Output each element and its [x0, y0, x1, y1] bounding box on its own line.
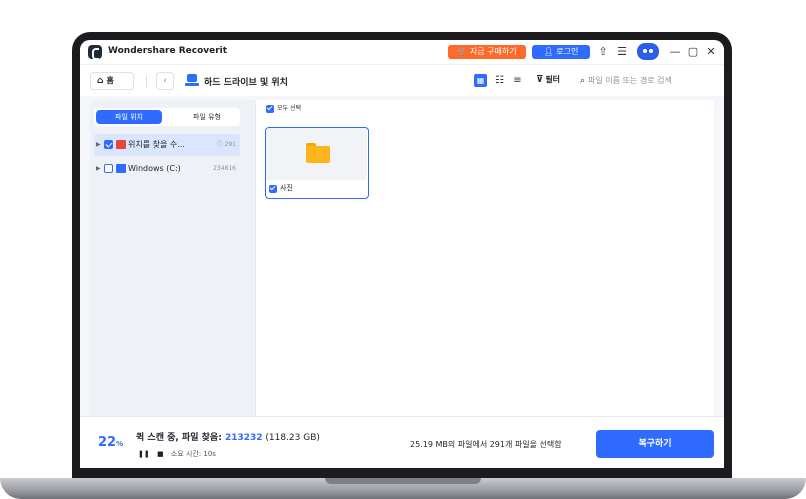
selection-summary: 25.19 MB의 파일에서 291개 파일을 선택함	[410, 440, 562, 449]
recover-button[interactable]: 복구하기	[596, 430, 714, 458]
assistant-robot-icon[interactable]	[637, 43, 659, 60]
file-card[interactable]: 사진	[265, 127, 369, 199]
scan-controls: ❚❚ ■ 소요 시간: 10s	[138, 449, 216, 459]
minimize-icon[interactable]: —	[668, 45, 682, 59]
list-detail-view-icon[interactable]: ☷	[493, 74, 506, 87]
status-bar: 22% 퀵 스캔 중, 파일 찾음: 213232 (118.23 GB) ❚❚…	[80, 416, 724, 468]
file-thumbnail	[266, 128, 367, 180]
app-title: Wondershare Recoverit	[108, 46, 228, 56]
cart-icon: 🛒	[457, 47, 468, 56]
checkbox[interactable]	[266, 104, 274, 113]
breadcrumb: 하드 드라이브 및 위치	[204, 78, 288, 88]
filter-button[interactable]: ⊽ 필터	[536, 74, 560, 85]
disk-icon	[116, 164, 126, 173]
tab-file-type[interactable]: 파일 유형	[172, 108, 242, 126]
select-all-checkbox[interactable]: 모두 선택	[266, 104, 301, 114]
checkbox[interactable]	[104, 140, 113, 149]
item-count: 234816	[213, 165, 236, 172]
pause-icon[interactable]: ❚❚	[138, 450, 150, 458]
hard-drive-icon	[185, 74, 199, 87]
maximize-icon[interactable]: ▢	[686, 45, 700, 59]
laptop-notch	[325, 478, 481, 484]
chevron-left-icon: ‹	[163, 76, 167, 86]
list-view-icon[interactable]: ≡	[511, 74, 524, 87]
caret-right-icon[interactable]: ▶	[96, 134, 101, 156]
title-bar: Wondershare Recoverit 🛒 지금 구매하기 👤︎ 로그인 ⇧…	[80, 40, 724, 64]
back-button[interactable]: ‹	[156, 72, 174, 90]
filter-icon: ⊽	[536, 75, 544, 85]
lost-location-icon	[116, 140, 126, 149]
search-icon: ⌕	[580, 76, 586, 86]
file-grid-area: 모두 선택 사진	[255, 100, 714, 416]
item-count: ⓘ 291	[216, 141, 236, 148]
app-window: Wondershare Recoverit 🛒 지금 구매하기 👤︎ 로그인 ⇧…	[80, 40, 724, 468]
elapsed-time: 소요 시간: 10s	[170, 450, 216, 458]
progress-percent: 22%	[98, 435, 124, 450]
home-button[interactable]: ⌂ 홈	[90, 72, 134, 90]
sidebar-item-lost-location[interactable]: ▶ 위치를 찾을 수... ⓘ 291	[94, 134, 240, 156]
caret-right-icon[interactable]: ▶	[96, 158, 101, 180]
toolbar-divider	[146, 75, 147, 88]
upload-icon[interactable]: ⇧	[596, 45, 610, 59]
login-button[interactable]: 👤︎ 로그인	[532, 45, 590, 59]
menu-list-icon[interactable]: ☰	[615, 45, 629, 59]
grid-view-icon[interactable]: ▦	[474, 74, 487, 87]
close-icon[interactable]: ✕	[704, 45, 718, 59]
scan-status: 퀵 스캔 중, 파일 찾음: 213232 (118.23 GB)	[136, 433, 320, 443]
file-name: 사진	[280, 184, 293, 192]
search-input[interactable]: ⌕ 파일 이름 또는 경로 검색	[580, 72, 716, 90]
checkbox[interactable]	[104, 164, 113, 173]
toolbar: ⌂ 홈 ‹ 하드 드라이브 및 위치 ▦ ☷ ≡ ⊽ 필터 ⌕ 파일 이름 또는 경로…	[80, 64, 724, 96]
app-logo-icon	[88, 45, 102, 60]
sidebar-tab-switch: 파일 위치 파일 유형	[94, 108, 240, 126]
checkbox[interactable]	[269, 185, 277, 193]
sidebar: 파일 위치 파일 유형 ▶ 위치를 찾을 수... ⓘ 291 ▶ Window…	[90, 100, 254, 416]
help-icon: ⓘ	[216, 141, 225, 148]
tab-file-location[interactable]: 파일 위치	[96, 110, 162, 124]
sidebar-item-windows-c[interactable]: ▶ Windows (C:) 234816	[94, 158, 240, 180]
user-icon: 👤︎	[543, 47, 557, 56]
sidebar-item-label: 위치를 찾을 수...	[128, 140, 185, 149]
buy-now-button[interactable]: 🛒 지금 구매하기	[448, 45, 526, 59]
sidebar-item-label: Windows (C:)	[128, 164, 181, 173]
stop-icon[interactable]: ■	[157, 450, 164, 458]
folder-icon	[306, 143, 330, 163]
home-icon: ⌂	[97, 76, 104, 86]
